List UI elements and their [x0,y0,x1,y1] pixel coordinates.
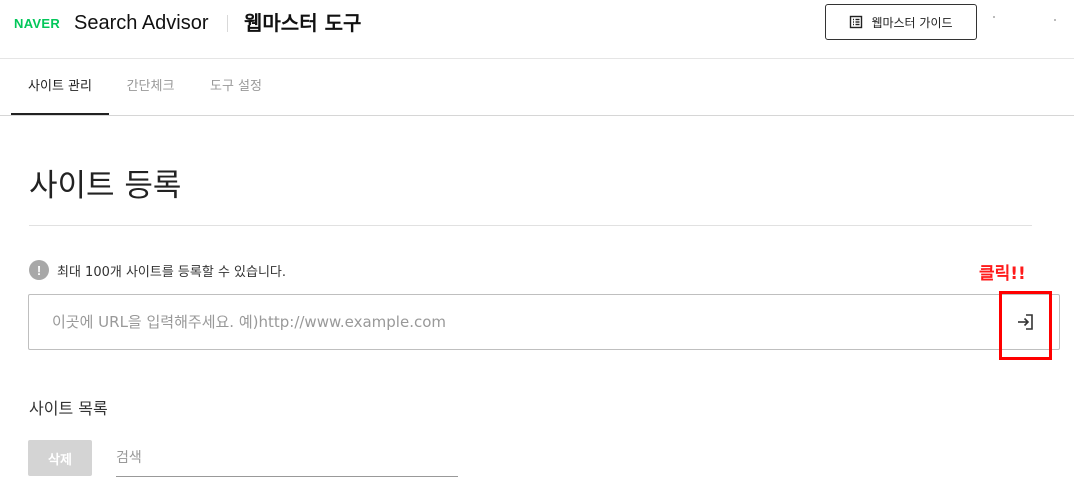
notice-row: ! 최대 100개 사이트를 등록할 수 있습니다. [29,259,286,281]
site-search-input[interactable] [116,440,458,476]
tab-simple-check[interactable]: 간단체크 [112,59,189,115]
webmaster-guide-button[interactable]: 웹마스터 가이드 [825,4,977,40]
tab-tool-settings[interactable]: 도구 설정 [196,59,276,115]
page-title: 사이트 등록 [29,168,182,204]
site-search-field [116,440,458,477]
book-list-icon [849,15,863,29]
site-list-title: 사이트 목록 [29,399,108,418]
naver-logo[interactable]: NAVER [14,16,60,32]
top-header: NAVER Search Advisor 웹마스터 도구 웹마스터 가이드 [0,0,1074,59]
site-url-input[interactable] [29,295,989,349]
delete-button[interactable]: 삭제 [28,440,92,476]
header-separator [227,15,228,32]
user-menu-dot [1054,19,1056,21]
click-annotation: 클릭!! [979,264,1026,284]
title-divider [29,225,1032,226]
exclamation-circle-icon: ! [29,260,49,280]
tool-title: 웹마스터 도구 [244,11,362,35]
annotation-highlight-box [999,291,1052,360]
guide-button-label: 웹마스터 가이드 [871,15,953,30]
search-advisor-page: NAVER Search Advisor 웹마스터 도구 웹마스터 가이드 사이… [0,0,1074,502]
product-name[interactable]: Search Advisor [74,10,209,36]
user-menu-area[interactable] [993,16,995,18]
tab-bar: 사이트 관리 간단체크 도구 설정 [0,59,1074,116]
url-input-box [28,294,1060,350]
tab-site-management[interactable]: 사이트 관리 [11,59,109,115]
notice-text: 최대 100개 사이트를 등록할 수 있습니다. [57,264,287,280]
